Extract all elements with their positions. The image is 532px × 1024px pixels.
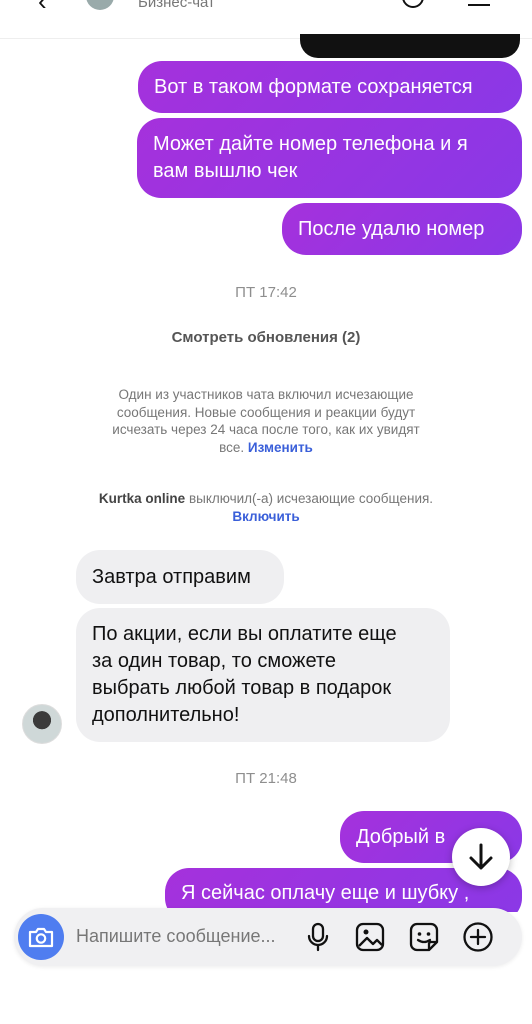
notice-text: исчезать через 24 часа после того, как и…	[112, 422, 420, 437]
message-text: дополнительно!	[92, 704, 240, 726]
outgoing-message[interactable]: После удалю номер	[282, 203, 522, 255]
notice-text: все.	[219, 439, 245, 455]
incoming-message[interactable]: Завтра отправим	[76, 550, 284, 604]
back-arrow-icon[interactable]: ‹	[38, 0, 47, 17]
camera-button[interactable]	[18, 914, 64, 960]
message-text: Завтра отправим	[92, 565, 251, 588]
sticker-icon	[409, 922, 439, 952]
call-icon[interactable]	[402, 0, 424, 8]
sticker-button[interactable]	[406, 919, 442, 955]
enable-link[interactable]: Включить	[40, 508, 492, 526]
scroll-to-bottom-button[interactable]	[452, 828, 510, 886]
microphone-button[interactable]	[300, 919, 336, 955]
notice-text: сообщения. Новые сообщения и реакции буд…	[116, 404, 416, 420]
timestamp: ПТ 21:48	[235, 770, 297, 787]
message-text: После удалю номер	[298, 217, 485, 240]
message-text: за один товар, то сможете	[92, 650, 336, 672]
avatar[interactable]	[86, 0, 114, 10]
notice-text: выключил(-а) исчезающие сообщения.	[185, 491, 434, 506]
message-text: Может дайте номер телефона и я	[153, 133, 468, 155]
arrow-down-icon	[469, 843, 493, 870]
message-text: вам вышлю чек	[153, 160, 298, 182]
outgoing-message[interactable]: Вот в таком формате сохраняется	[138, 61, 522, 113]
microphone-icon	[307, 922, 329, 952]
incoming-message[interactable]: По акции, если вы оплатите еще за один т…	[76, 608, 450, 742]
disappearing-messages-notice: Один из участников чата включил исчезающ…	[66, 386, 466, 456]
disappearing-off-notice: Kurtka online выключил(-а) исчезающие со…	[40, 490, 492, 525]
message-text: Добрый в	[356, 825, 446, 848]
message-text: По акции, если вы оплатите еще	[92, 623, 397, 645]
camera-icon	[28, 927, 54, 948]
message-text: выбрать любой товар в подарок	[92, 677, 392, 699]
sender-name: Kurtka online	[98, 491, 186, 506]
video-icon[interactable]	[468, 0, 490, 6]
message-text: Я сейчас оплачу еще и шубку ,	[181, 882, 470, 904]
plus-circle-icon	[463, 922, 493, 952]
add-button[interactable]	[460, 919, 496, 955]
change-link[interactable]: Изменить	[248, 440, 313, 455]
sender-avatar[interactable]	[22, 704, 62, 744]
notice-text: Один из участников чата включил исчезающ…	[118, 387, 414, 402]
timestamp: ПТ 17:42	[235, 284, 297, 301]
outgoing-message[interactable]: Может дайте номер телефона и я вам вышлю…	[137, 118, 522, 198]
message-text: Вот в таком формате сохраняется	[154, 75, 473, 98]
previous-media-message[interactable]	[300, 34, 520, 58]
image-icon	[355, 922, 385, 952]
message-input[interactable]: Напишите сообщение...	[76, 926, 276, 947]
header-subtitle: Бизнес-чат	[138, 0, 215, 11]
gallery-button[interactable]	[352, 919, 388, 955]
view-updates-link[interactable]: Смотреть обновления (2)	[0, 329, 532, 346]
